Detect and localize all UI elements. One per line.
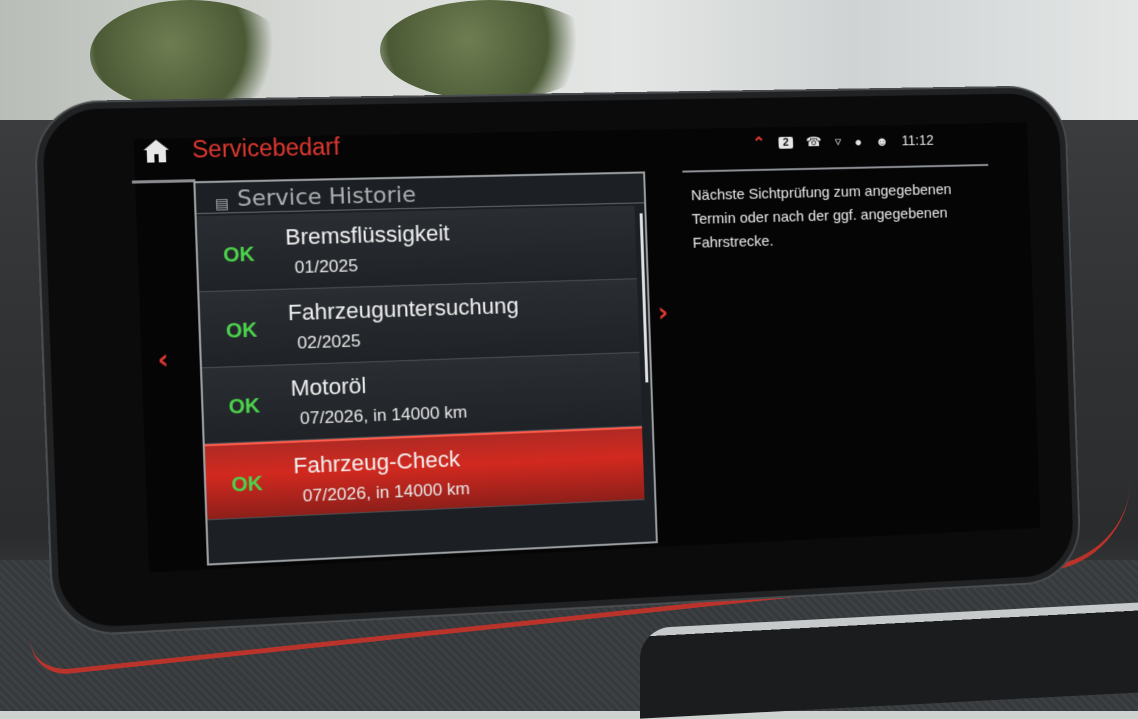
background-plant [90, 0, 290, 110]
item-name: Bremsflüssigkeit [284, 220, 450, 250]
clock: 11:12 [901, 132, 934, 149]
speaker-icon: ▿ [834, 133, 842, 149]
status-badge: 2 [778, 136, 793, 149]
item-name: Motoröl [290, 372, 367, 401]
item-date: 01/2025 [294, 256, 359, 278]
service-list: ▤ Service Historie OK Bremsflüssigkeit 0… [193, 171, 658, 566]
chevron-left-icon[interactable]: ‹ [157, 345, 169, 376]
item-name: Fahrzeug-Check [292, 446, 461, 479]
status-ok: OK [222, 243, 256, 267]
item-name: Fahrzeuguntersuchung [287, 292, 520, 326]
status-ok: OK [231, 472, 264, 497]
home-icon [143, 139, 170, 163]
phone-icon: ☎ [805, 134, 822, 150]
list-item[interactable]: OK Bremsflüssigkeit 01/2025 [196, 205, 637, 293]
home-button[interactable] [133, 130, 179, 172]
status-bar: ⌃ 2 ☎ ▿ ● ☻ 11:12 [752, 130, 934, 153]
status-ok: OK [225, 319, 258, 343]
item-date: 02/2025 [296, 331, 362, 353]
info-text: Nächste Sichtprüfung zum angegebenen Ter… [690, 181, 952, 252]
service-history-label: Service Historie [236, 182, 417, 213]
history-icon: ▤ [214, 195, 230, 213]
item-date: 07/2026, in 14000 km [302, 478, 471, 506]
chevron-right-icon[interactable]: › [657, 298, 669, 328]
display-bezel: Servicebedarf ⌃ 2 ☎ ▿ ● ☻ 11:12 ‹ ▤ Serv… [34, 87, 1081, 636]
profile-icon: ☻ [875, 133, 889, 149]
chevron-up-icon[interactable]: ⌃ [752, 133, 766, 153]
page-title: Servicebedarf [191, 133, 341, 163]
item-date: 07/2026, in 14000 km [299, 402, 468, 429]
scrollbar[interactable] [639, 213, 649, 383]
status-ok: OK [228, 394, 261, 419]
background-plant [380, 0, 600, 100]
microphone-icon: ● [854, 133, 863, 149]
